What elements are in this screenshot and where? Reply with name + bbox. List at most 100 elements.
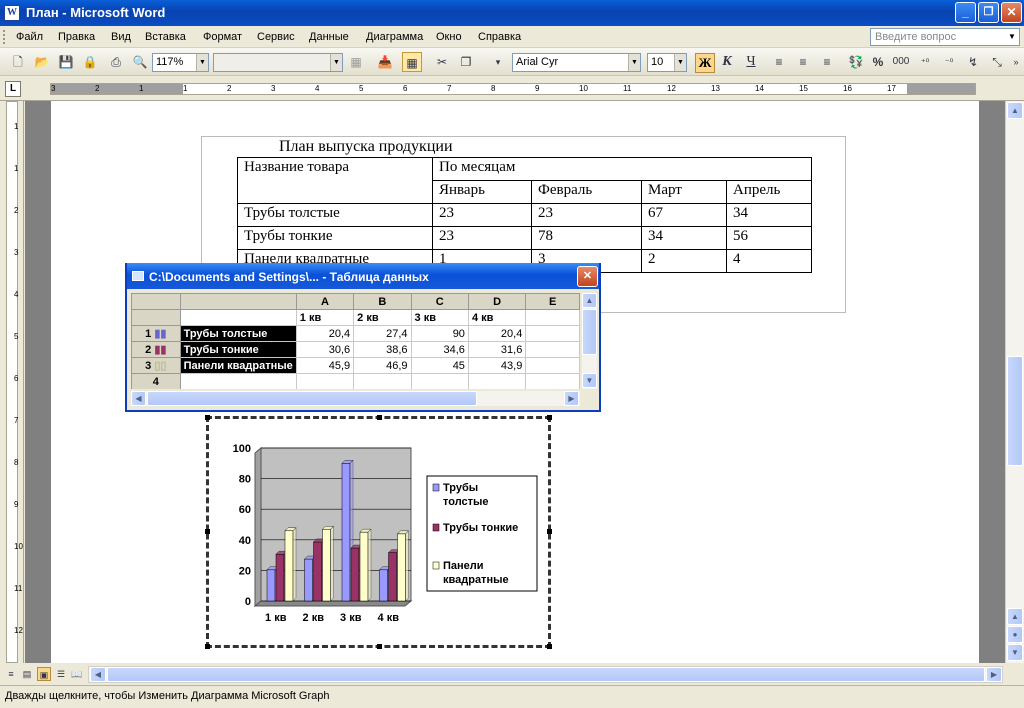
datasheet-cell[interactable]: 45,9 [295, 357, 355, 374]
scroll-up-icon[interactable]: ▲ [1007, 102, 1023, 119]
toolbar-options-icon[interactable]: » [1010, 52, 1022, 72]
web-view-icon[interactable]: ▤ [20, 667, 34, 681]
datasheet-cell[interactable]: 1 кв [295, 309, 355, 326]
maximize-button[interactable]: ❐ [978, 2, 999, 23]
scroll-left-icon[interactable]: ◀ [90, 667, 106, 682]
chart-object-frame[interactable]: 0 20 40 60 80 100 1 кв 2 кв 3 кв 4 кв Трубы толстые… [205, 415, 552, 649]
datasheet-cell[interactable]: 34,6 [410, 341, 469, 358]
column-header-d[interactable]: D [467, 293, 527, 310]
column-header-c[interactable]: C [410, 293, 469, 310]
scrollbar-thumb[interactable] [107, 667, 985, 682]
datasheet-cell[interactable] [525, 325, 580, 342]
datasheet-cell[interactable] [353, 373, 412, 389]
row-header[interactable]: 4 [131, 373, 181, 389]
datasheet-cell[interactable]: 27,4 [353, 325, 412, 342]
format-object-icon[interactable]: ▦ [346, 52, 366, 72]
ruler-strip[interactable]: 1 1 2 3 4 5 6 7 8 9 10 11 12 [6, 101, 23, 663]
minimize-button[interactable]: _ [955, 2, 976, 23]
menu-grip[interactable] [3, 30, 6, 44]
row-header[interactable]: 1 ▮▮ [131, 325, 181, 342]
scroll-right-icon[interactable]: ▶ [564, 391, 579, 406]
datasheet-cell[interactable] [179, 373, 297, 389]
font-size-combo[interactable]: 10 ▼ [647, 53, 687, 72]
datasheet-cell[interactable]: Панели квадратные [179, 357, 297, 374]
close-button[interactable]: ✕ [1001, 2, 1022, 23]
menu-data[interactable]: Данные [309, 31, 349, 43]
percent-style-button[interactable]: % [868, 52, 888, 72]
datasheet-cell[interactable] [525, 341, 580, 358]
datasheet-cell[interactable]: 3 кв [410, 309, 469, 326]
datasheet-cell[interactable] [410, 373, 469, 389]
new-document-icon[interactable]: 🗋 [8, 52, 28, 72]
chevron-down-icon[interactable]: ▼ [330, 54, 342, 71]
datasheet-cell[interactable] [525, 309, 580, 326]
chart-objects-combo[interactable]: ▼ [213, 53, 343, 72]
menu-insert[interactable]: Вставка [145, 31, 186, 43]
datasheet-cell[interactable]: 20,4 [295, 325, 355, 342]
datasheet-cell[interactable]: Трубы тонкие [179, 341, 297, 358]
view-datasheet-icon[interactable]: ▦ [402, 52, 422, 72]
row-header[interactable]: 3 ▯▯ [131, 357, 181, 374]
row-header[interactable] [131, 309, 181, 326]
italic-button[interactable]: К [717, 52, 737, 72]
align-right-icon[interactable]: ≡ [817, 52, 837, 72]
menu-view[interactable]: Вид [111, 31, 131, 43]
tab-selector[interactable]: L [5, 81, 21, 97]
column-header-e[interactable]: E [525, 293, 580, 310]
datasheet-title-bar[interactable]: C:\Documents and Settings\... - Таблица … [127, 263, 599, 289]
datasheet-cell[interactable]: 90 [410, 325, 469, 342]
chevron-down-icon[interactable]: ▼ [196, 54, 208, 71]
toolbar-options-icon[interactable]: ▾ [488, 52, 508, 72]
category-axis-icon[interactable]: ⤡ [987, 52, 1007, 72]
menu-format[interactable]: Формат [203, 31, 242, 43]
scrollbar-thumb[interactable] [147, 391, 477, 406]
ask-question-input[interactable]: Введите вопрос ▼ [870, 28, 1020, 46]
word-icon[interactable]: W [4, 5, 20, 21]
scrollbar-thumb[interactable] [1007, 356, 1023, 466]
select-browse-object-icon[interactable]: ● [1007, 626, 1023, 643]
menu-window[interactable]: Окно [436, 31, 462, 43]
font-combo[interactable]: Arial Cyr ▼ [512, 53, 641, 72]
reading-view-icon[interactable]: 📖 [70, 667, 84, 681]
scroll-down-icon[interactable]: ▼ [582, 373, 597, 388]
scroll-up-icon[interactable]: ▲ [582, 293, 597, 308]
datasheet-cell[interactable]: 38,6 [353, 341, 412, 358]
outline-view-icon[interactable]: ☰ [54, 667, 68, 681]
datasheet-cell[interactable]: 45 [410, 357, 469, 374]
open-folder-icon[interactable]: 📂 [32, 52, 52, 72]
print-preview-icon[interactable]: 🔍 [130, 52, 150, 72]
scroll-right-icon[interactable]: ▶ [986, 667, 1002, 682]
row-header[interactable]: 2 ▮▮ [131, 341, 181, 358]
bold-button[interactable]: Ж [695, 53, 715, 73]
menu-chart[interactable]: Диаграмма [366, 31, 423, 43]
production-table[interactable]: Название товара По месяцам Январь Феврал… [237, 157, 812, 273]
column-header-b[interactable]: B [353, 293, 412, 310]
chevron-down-icon[interactable]: ▼ [674, 54, 686, 71]
permission-icon[interactable]: 🔒 [80, 52, 100, 72]
zoom-combo[interactable]: 117% ▼ [152, 53, 209, 72]
menu-edit[interactable]: Правка [58, 31, 95, 43]
align-left-icon[interactable]: ≡ [769, 52, 789, 72]
menu-help[interactable]: Справка [478, 31, 521, 43]
datasheet-vertical-scrollbar[interactable]: ▲ ▼ [582, 293, 597, 389]
print-layout-icon[interactable]: ▣ [37, 667, 51, 681]
datasheet-cell[interactable] [467, 373, 527, 389]
currency-style-icon[interactable]: 💱 [846, 52, 866, 72]
align-center-icon[interactable]: ≡ [793, 52, 813, 72]
datasheet-cell[interactable] [525, 357, 580, 374]
copy-icon[interactable]: ❐ [456, 52, 476, 72]
menu-file[interactable]: Файл [16, 31, 43, 43]
comma-style-button[interactable]: 000 [891, 52, 911, 72]
datasheet-cell[interactable]: 43,9 [467, 357, 527, 374]
chevron-down-icon[interactable]: ▼ [1006, 30, 1018, 44]
datasheet-cell[interactable] [525, 373, 580, 389]
increase-decimal-icon[interactable]: ⁺⁰ [915, 52, 935, 72]
datasheet-cell[interactable] [295, 373, 355, 389]
ruler-strip[interactable]: 3 2 1 1 2 3 4 5 6 7 8 9 10 11 12 13 14 15 16 17 [50, 83, 976, 95]
scrollbar-thumb[interactable] [582, 309, 597, 355]
axis-icon[interactable]: ↯ [963, 52, 983, 72]
import-file-icon[interactable]: 📥 [375, 52, 395, 72]
normal-view-icon[interactable]: ≡ [4, 667, 18, 681]
next-page-icon[interactable]: ▼ [1007, 644, 1023, 661]
datasheet-cell[interactable]: 20,4 [467, 325, 527, 342]
